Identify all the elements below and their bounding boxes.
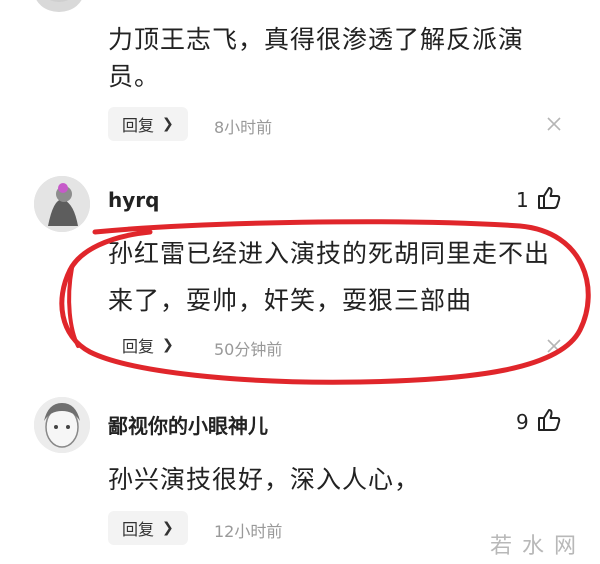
avatar[interactable] (34, 0, 84, 12)
username[interactable]: hyrq (108, 188, 159, 212)
comment-text-line: 孙兴演技很好，深入人心， (108, 465, 421, 494)
avatar-image (34, 176, 90, 232)
thumbs-up-icon[interactable] (536, 407, 562, 433)
chevron-right-icon: ❯ (162, 337, 174, 353)
chevron-right-icon: ❯ (162, 520, 174, 536)
like-count: 1 (516, 188, 529, 212)
chevron-right-icon: ❯ (162, 116, 174, 132)
avatar[interactable] (34, 176, 90, 232)
comment-text-line: 力顶王志飞，真得很渗透了解反派演 (108, 25, 525, 54)
like-count: 9 (516, 410, 529, 434)
close-icon[interactable] (545, 115, 563, 133)
username[interactable]: 鄙视你的小眼神儿 (108, 410, 268, 439)
avatar-image (34, 397, 90, 453)
reply-button[interactable]: 回复 ❯ (108, 511, 188, 545)
comment-text-line: 员。 (108, 62, 161, 91)
reply-label: 回复 (122, 337, 155, 356)
reply-button[interactable]: 回复 ❯ (108, 107, 188, 141)
avatar-image (49, 0, 69, 2)
reply-label: 回复 (122, 116, 155, 135)
avatar[interactable] (34, 397, 90, 453)
reply-button[interactable]: 回复 ❯ (108, 328, 188, 362)
thumbs-up-icon[interactable] (536, 185, 562, 211)
timestamp: 50分钟前 (214, 340, 283, 359)
timestamp: 12小时前 (214, 522, 283, 541)
reply-label: 回复 (122, 520, 155, 539)
timestamp: 8小时前 (214, 118, 273, 137)
close-icon[interactable] (545, 337, 563, 355)
watermark: 若水网 (490, 534, 587, 559)
comment-text-line: 来了，耍帅，奸笑，耍狠三部曲 (108, 286, 473, 315)
comment-text-line: 孙红雷已经进入演技的死胡同里走不出 (108, 239, 551, 268)
